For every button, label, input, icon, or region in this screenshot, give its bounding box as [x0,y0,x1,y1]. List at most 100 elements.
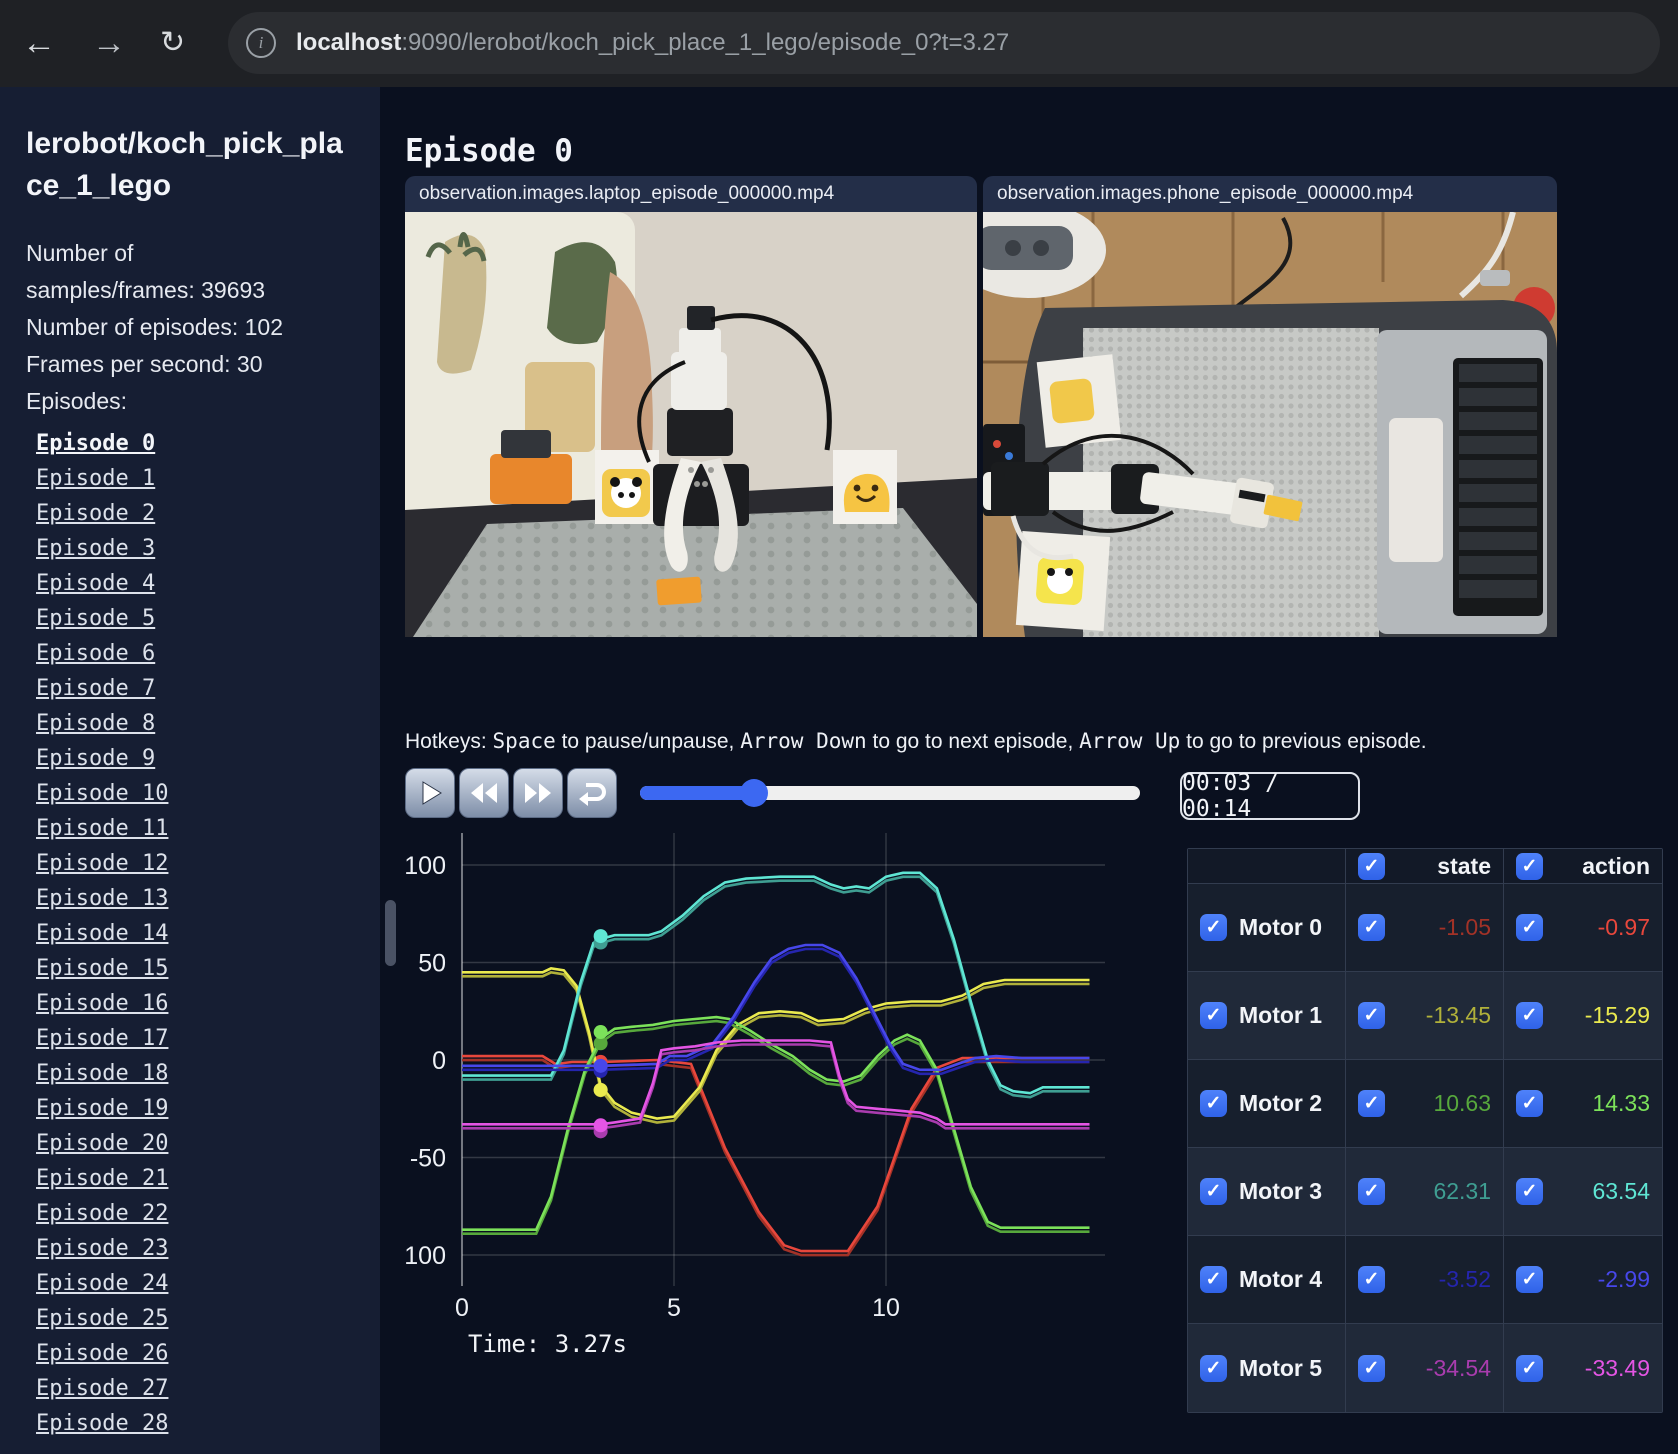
sidebar-item-episode-2[interactable]: Episode 2 [36,496,380,531]
checkbox[interactable]: ✓ [1516,914,1543,941]
sidebar-item-episode-4[interactable]: Episode 4 [36,566,380,601]
sidebar-item-episode-13[interactable]: Episode 13 [36,881,380,916]
hotkey-arrow-down: Arrow Down [740,729,867,753]
sidebar-item-episode-19[interactable]: Episode 19 [36,1091,380,1126]
sidebar-item-episode-11[interactable]: Episode 11 [36,811,380,846]
sidebar-item-episode-18[interactable]: Episode 18 [36,1056,380,1091]
sidebar-item-episode-8[interactable]: Episode 8 [36,706,380,741]
checkbox[interactable]: ✓ [1358,1090,1385,1117]
table-row-motor-1: ✓ Motor 1 ✓ -13.45 ✓ -15.29 [1188,972,1662,1060]
checkbox[interactable]: ✓ [1200,914,1227,941]
sidebar-item-episode-23[interactable]: Episode 23 [36,1231,380,1266]
motor-label-cell: ✓ Motor 1 [1188,972,1346,1060]
play-button[interactable] [405,768,455,818]
checkbox[interactable]: ✓ [1358,1178,1385,1205]
sidebar-item-episode-5[interactable]: Episode 5 [36,601,380,636]
hotkey-arrow-up: Arrow Up [1079,729,1181,753]
action-value-cell: ✓ -0.97 [1504,884,1662,972]
sidebar-item-episode-17[interactable]: Episode 17 [36,1021,380,1056]
sidebar-item-episode-28[interactable]: Episode 28 [36,1406,380,1441]
motor-table: ✓ state ✓ action ✓ Motor 0 ✓ -1.05 ✓ -0.97 ✓ M… [1187,848,1663,1413]
checkbox[interactable]: ✓ [1516,1002,1543,1029]
checkbox[interactable]: ✓ [1358,1002,1385,1029]
sidebar-item-episode-0[interactable]: Episode 0 [36,426,380,461]
table-row-motor-4: ✓ Motor 4 ✓ -3.52 ✓ -2.99 [1188,1236,1662,1324]
svg-text:0: 0 [432,1047,446,1075]
video-phone[interactable] [983,212,1557,637]
sidebar-item-episode-25[interactable]: Episode 25 [36,1301,380,1336]
loop-button[interactable] [567,768,617,818]
motor-label-cell: ✓ Motor 4 [1188,1236,1346,1324]
sidebar-item-episode-24[interactable]: Episode 24 [36,1266,380,1301]
header-action: ✓ action [1504,849,1662,884]
dataset-title: lerobot/koch_pick_place_1_lego [26,127,343,202]
loop-icon [579,783,606,806]
svg-text:-100: -100 [404,1242,446,1270]
action-value-cell: ✓ -15.29 [1504,972,1662,1060]
sidebar-item-episode-16[interactable]: Episode 16 [36,986,380,1021]
stat-samples: Number of samples/frames: 39693 [26,240,266,303]
stat-episodes: Number of episodes: 102 [26,314,283,340]
checkbox[interactable]: ✓ [1516,1266,1543,1293]
forward-icon[interactable]: → [92,18,126,68]
site-info-icon[interactable]: i [246,28,276,58]
scrollbar-thumb[interactable] [385,900,396,966]
checkbox[interactable]: ✓ [1516,1354,1543,1382]
checkbox[interactable]: ✓ [1358,914,1385,941]
sidebar-item-episode-9[interactable]: Episode 9 [36,741,380,776]
checkbox[interactable]: ✓ [1358,1354,1385,1382]
checkbox[interactable]: ✓ [1200,1354,1227,1382]
dataset-stats: Number of samples/frames: 39693 Number o… [26,235,284,420]
video-phone-frame [983,212,1557,637]
sidebar-item-episode-27[interactable]: Episode 27 [36,1371,380,1406]
sidebar-item-episode-22[interactable]: Episode 22 [36,1196,380,1231]
sidebar: lerobot/koch_pick_place_1_lego Number of… [0,87,380,1454]
checkbox[interactable]: ✓ [1200,1266,1227,1293]
back-icon[interactable]: ← [22,18,56,68]
hotkeys-help: Hotkeys: Space to pause/unpause, Arrow D… [405,729,1427,753]
fast-forward-icon [525,783,551,803]
sidebar-item-episode-10[interactable]: Episode 10 [36,776,380,811]
table-row-motor-0: ✓ Motor 0 ✓ -1.05 ✓ -0.97 [1188,884,1662,972]
sidebar-item-episode-7[interactable]: Episode 7 [36,671,380,706]
rewind-icon [471,783,497,803]
sidebar-item-episode-21[interactable]: Episode 21 [36,1161,380,1196]
url-text[interactable]: localhost:9090/lerobot/koch_pick_place_1… [296,29,1009,57]
laptop-trackpad [1389,418,1443,562]
checkbox[interactable]: ✓ [1358,1266,1385,1293]
sidebar-item-episode-6[interactable]: Episode 6 [36,636,380,671]
video-panel-phone: observation.images.phone_episode_000000.… [983,176,1557,637]
sidebar-item-episode-14[interactable]: Episode 14 [36,916,380,951]
checkbox[interactable]: ✓ [1200,1178,1227,1205]
checkbox[interactable]: ✓ [1516,852,1543,880]
seek-slider-thumb[interactable] [740,779,768,807]
stat-fps: Frames per second: 30 [26,351,263,377]
sidebar-item-episode-26[interactable]: Episode 26 [36,1336,380,1371]
reload-icon[interactable]: ↻ [160,18,185,68]
checkbox[interactable]: ✓ [1200,1090,1227,1117]
checkbox[interactable]: ✓ [1200,1002,1227,1029]
address-bar[interactable]: i localhost:9090/lerobot/koch_pick_place… [228,12,1660,74]
checkbox[interactable]: ✓ [1516,1090,1543,1117]
episode-list: Episode 0 Episode 1 Episode 2 Episode 3 Epis… [36,426,380,1441]
sidebar-item-episode-12[interactable]: Episode 12 [36,846,380,881]
orange-fixture [490,454,572,504]
video-panel-laptop: observation.images.laptop_episode_000000… [405,176,977,637]
table-row-motor-2: ✓ Motor 2 ✓ 10.63 ✓ 14.33 [1188,1060,1662,1148]
seek-slider[interactable] [640,779,1140,807]
rewind-button[interactable] [459,768,509,818]
checkbox[interactable]: ✓ [1516,1178,1543,1205]
sidebar-item-episode-1[interactable]: Episode 1 [36,461,380,496]
checkbox[interactable]: ✓ [1358,852,1385,880]
state-value-cell: ✓ -3.52 [1346,1236,1504,1324]
sidebar-item-episode-20[interactable]: Episode 20 [36,1126,380,1161]
state-value-cell: ✓ -13.45 [1346,972,1504,1060]
action-value-cell: ✓ 63.54 [1504,1148,1662,1236]
svg-text:-50: -50 [410,1145,446,1173]
motor-label-cell: ✓ Motor 5 [1188,1324,1346,1412]
sidebar-item-episode-3[interactable]: Episode 3 [36,531,380,566]
video-laptop[interactable] [405,212,977,637]
fast-forward-button[interactable] [513,768,563,818]
motor-chart[interactable]: 100 50 0 -50 -100 0 5 10 [404,820,1114,1340]
sidebar-item-episode-15[interactable]: Episode 15 [36,951,380,986]
